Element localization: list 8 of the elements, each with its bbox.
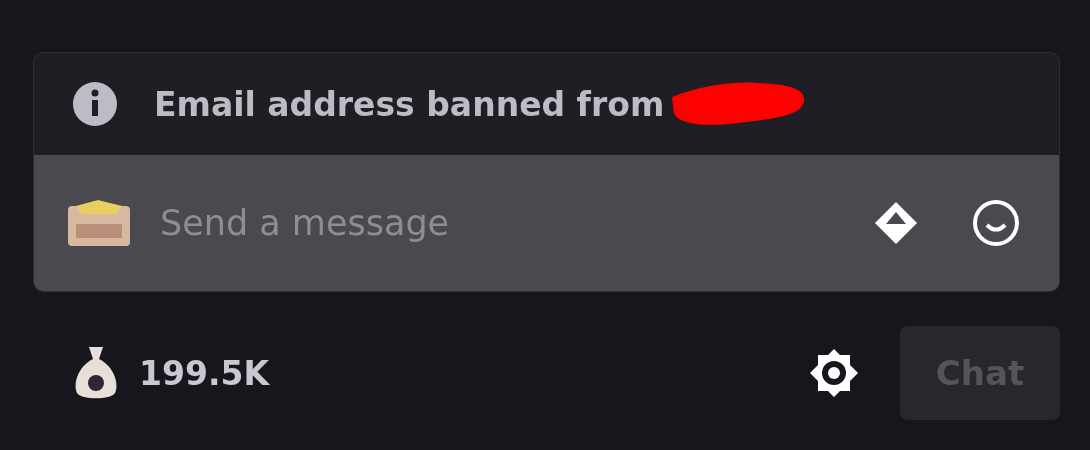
diamond-icon[interactable]: [873, 200, 919, 246]
info-icon: [72, 81, 118, 127]
money-bag-icon: [73, 345, 119, 401]
smiley-icon[interactable]: [971, 198, 1021, 248]
message-field[interactable]: Send a message: [158, 202, 845, 244]
points-balance: 199.5K: [139, 353, 271, 393]
notice-text: Email address banned from: [154, 84, 665, 124]
settings-icon[interactable]: [808, 347, 860, 399]
